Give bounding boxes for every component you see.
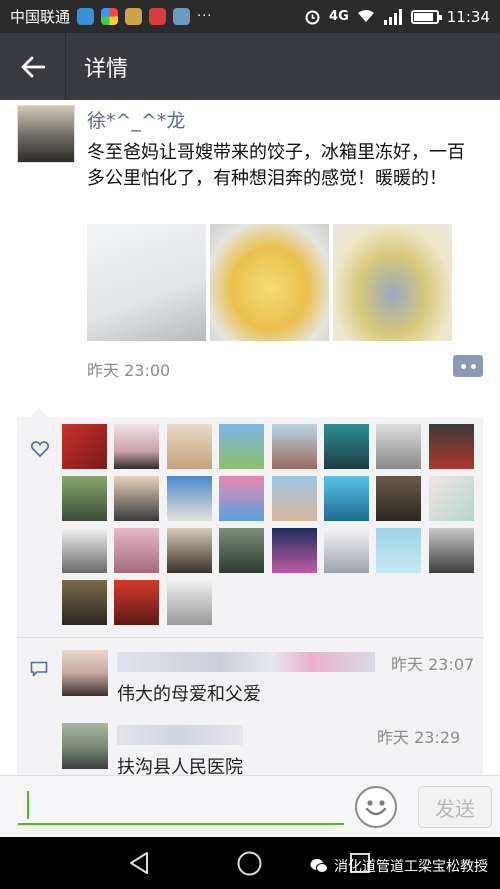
watermark: 消化道管道工梁宝松教授: [310, 856, 488, 876]
liker-avatar[interactable]: [324, 476, 369, 521]
alarm-icon: [305, 10, 320, 25]
smiley-icon: [365, 800, 387, 816]
liker-avatar[interactable]: [271, 476, 317, 521]
liker-avatar[interactable]: [271, 424, 317, 469]
liker-avatar[interactable]: [324, 424, 369, 469]
comment-more-button[interactable]: [453, 355, 483, 377]
comment-input[interactable]: [18, 789, 344, 825]
text-cursor: [27, 791, 29, 819]
post-photo-dumplings-bag[interactable]: [333, 224, 452, 341]
liker-avatar[interactable]: [62, 476, 107, 521]
liker-avatar[interactable]: [62, 528, 107, 573]
app-icon-red: [149, 8, 167, 25]
app-icon-gold: [125, 8, 143, 25]
liker-avatar[interactable]: [324, 528, 369, 573]
comment-time: 昨天 23:29: [377, 728, 461, 747]
battery-level: [413, 12, 433, 21]
liker-avatar[interactable]: [62, 424, 107, 469]
comment-time: 昨天 23:07: [391, 655, 475, 674]
liker-avatar[interactable]: [376, 424, 422, 469]
battery-icon: [410, 9, 442, 24]
liker-avatar[interactable]: [62, 580, 107, 625]
emoji-button[interactable]: [355, 786, 397, 828]
wifi-icon: [357, 10, 374, 22]
liker-avatar[interactable]: [166, 580, 212, 625]
liker-avatar[interactable]: [219, 476, 265, 521]
author-avatar[interactable]: [17, 105, 75, 163]
liker-avatar[interactable]: [376, 476, 422, 521]
more-notifications-icon: ···: [197, 9, 213, 24]
app-icon-blue: [77, 8, 95, 25]
liker-avatar[interactable]: [166, 528, 212, 573]
interact-box-arrow: [30, 408, 48, 417]
liker-avatar[interactable]: [166, 424, 212, 469]
carrier-label: 中国联通: [10, 8, 71, 26]
post-photo-dumplings[interactable]: [210, 224, 329, 341]
nav-back-icon[interactable]: [127, 851, 151, 875]
clock-time: 11:34: [446, 7, 490, 26]
liker-avatar[interactable]: [114, 476, 160, 521]
liker-avatar[interactable]: [219, 424, 265, 469]
likes-comments-divider: [17, 637, 483, 638]
liker-avatar[interactable]: [376, 528, 422, 573]
liker-avatar[interactable]: [219, 528, 265, 573]
liker-avatar[interactable]: [428, 424, 474, 469]
comment-text: 伟大的母爱和父爱: [117, 684, 261, 705]
send-button[interactable]: 发送: [418, 786, 492, 828]
liker-avatar[interactable]: [166, 476, 212, 521]
app-icon-gallery: [173, 8, 191, 25]
wechat-icon: [310, 859, 328, 873]
commenter-avatar[interactable]: [62, 723, 108, 769]
watermark-text: 消化道管道工梁宝松教授: [334, 859, 488, 875]
liker-avatar[interactable]: [428, 528, 474, 573]
network-type-label: 4G: [329, 9, 349, 24]
commenter-avatar[interactable]: [62, 650, 108, 696]
commenter-name-blurred[interactable]: [117, 725, 243, 745]
page-title: 详情: [84, 56, 129, 82]
liker-avatar[interactable]: [114, 580, 160, 625]
liker-avatar[interactable]: [428, 476, 474, 521]
post-photo-styrofoam-box[interactable]: [87, 224, 206, 341]
dot-icon: [460, 363, 466, 369]
commenter-name-blurred[interactable]: [117, 652, 375, 672]
back-button[interactable]: [0, 33, 66, 100]
post-text: 冬至爸妈让哥嫂带来的饺子，冰箱里冻好，一百多公里怕化了，有种想泪奔的感觉！暖暖的…: [87, 142, 465, 189]
nav-home-icon[interactable]: [236, 850, 263, 877]
status-bar: 中国联通 ··· 4G 11:34: [0, 0, 500, 33]
liker-avatar[interactable]: [114, 424, 160, 469]
arrow-left-icon: [21, 56, 45, 77]
top-header: 详情: [0, 33, 500, 100]
author-name[interactable]: 徐*^_^*龙: [87, 106, 185, 133]
liker-avatar[interactable]: [271, 528, 317, 573]
signal-icon: [383, 8, 402, 25]
post-time: 昨天 23:00: [87, 361, 171, 380]
app-icon-multicolor: [101, 8, 119, 25]
heart-icon: [31, 441, 49, 457]
comment-icon: [30, 661, 48, 677]
liker-avatar[interactable]: [114, 528, 160, 573]
dot-icon: [470, 363, 476, 369]
